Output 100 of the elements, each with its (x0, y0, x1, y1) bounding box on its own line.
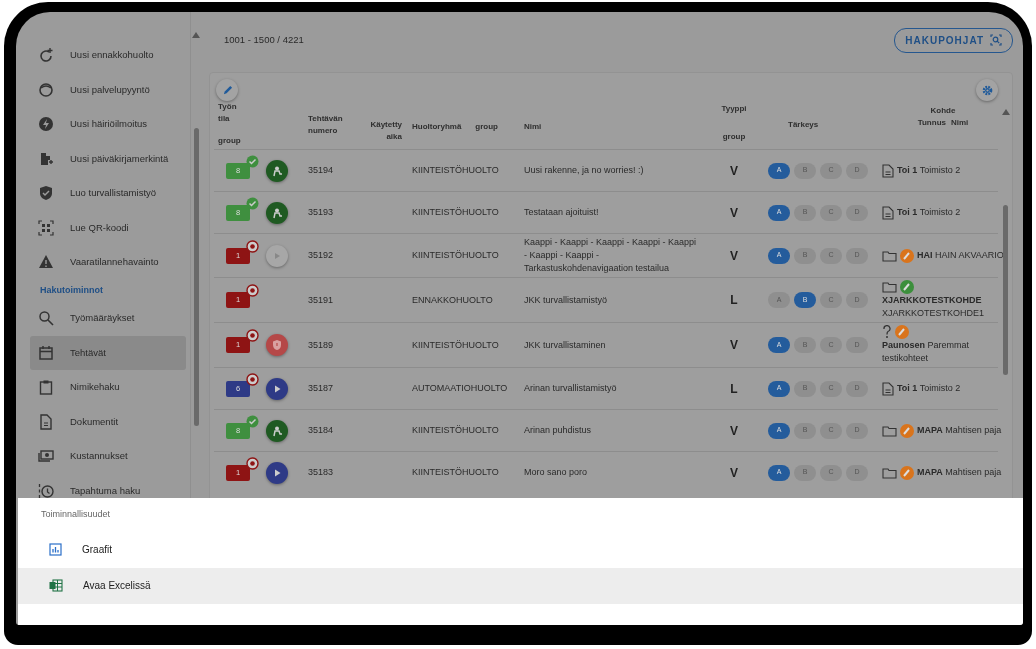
sidebar-item[interactable]: Uusi päiväkirjamerkintä (30, 141, 186, 176)
person-button[interactable] (266, 159, 288, 182)
type-letter: V (730, 338, 738, 352)
sidebar-item[interactable]: Tehtävät (30, 335, 186, 370)
target-icon (246, 329, 259, 342)
column-header: group (722, 131, 746, 143)
task-name: Moro sano poro (524, 467, 588, 477)
group-name: KIINTEISTÖHUOLTO (412, 165, 499, 175)
group-name: KIINTEISTÖHUOLTO (412, 250, 499, 260)
column-header: Tärkeys (788, 119, 820, 131)
warning-icon (38, 254, 54, 271)
column-header: Nimi (524, 121, 543, 133)
scroll-up-icon[interactable] (192, 32, 200, 38)
task-name: JKK turvallistaminen (524, 339, 606, 350)
group-name: KIINTEISTÖHUOLTO (412, 425, 499, 435)
column-header: aika (386, 131, 402, 143)
pencil-icon (221, 84, 233, 96)
person-button[interactable] (266, 201, 288, 224)
target-icon (246, 239, 259, 253)
templates-button[interactable]: HAKUPOHJAT (894, 27, 1013, 53)
column-header: Huoltoryhmä (412, 121, 462, 133)
check-icon (246, 154, 259, 168)
column-header: Nimi (950, 117, 969, 129)
column-header: group (475, 121, 498, 133)
folder-icon (882, 249, 897, 262)
target-name: Toi 1 Toimisto 2 (897, 164, 961, 177)
person-icon (271, 206, 283, 219)
scrollbar-thumb[interactable] (1003, 205, 1008, 375)
task-number: 35183 (308, 467, 334, 477)
play-button[interactable] (266, 461, 288, 484)
task-number: 35184 (308, 425, 334, 435)
play-button[interactable] (266, 377, 288, 400)
target-icon (246, 456, 259, 470)
group-name: AUTOMAATIOHUOLTO (412, 383, 508, 393)
person-icon (271, 424, 283, 437)
target-name: XJARKKOTESTKOHDE XJARKKOTESTKOHDE1 (882, 294, 986, 320)
task-name: Arinan puhdistus (524, 425, 592, 435)
group-name: ENNAKKOHUOLTO (412, 294, 493, 305)
task-name: Kaappi - Kaappi - Kaappi - Kaappi - Kaappi - Kaappi - Kaappi - Tarkastuskohdenavigaation testailua (524, 237, 697, 273)
sidebar-item[interactable]: Työmääräykset (30, 301, 186, 336)
sidebar-item[interactable]: Kustannukset (30, 439, 186, 474)
target-name: Toi 1 Toimisto 2 (897, 382, 961, 395)
column-header: Työn tila (218, 101, 238, 125)
folder-icon (882, 424, 897, 437)
shield-icon (271, 339, 283, 351)
clipboard-icon (38, 379, 54, 396)
sidebar-item[interactable]: Uusi ennakkohuolto (30, 38, 186, 73)
target-icon (246, 372, 259, 386)
sidebar-item[interactable]: Luo turvallistamistyö (30, 176, 186, 211)
folder-icon (882, 466, 897, 479)
bolt-icon (38, 116, 54, 133)
sidebar-item[interactable]: Vaaratilannehavainto (30, 245, 186, 280)
task-name: Uusi rakenne, ja no worries! :) (524, 165, 644, 175)
target-name: HAI HAIN AKVAARIO (917, 249, 1004, 262)
result-range: 1001 - 1500 / 4221 (224, 32, 304, 47)
calendar-icon (38, 344, 54, 361)
target-name: MAPA Mahtisen paja (917, 466, 1002, 479)
group-name: KIINTEISTÖHUOLTO (412, 467, 499, 477)
shield-button[interactable] (266, 334, 288, 356)
task-number: 35192 (308, 250, 334, 260)
settings-button[interactable] (976, 79, 998, 101)
column-header: Tyyppi (721, 103, 747, 115)
person-button[interactable] (266, 419, 288, 442)
group-name: KIINTEISTÖHUOLTO (412, 339, 499, 350)
sidebar-item[interactable]: Nimikehaku (30, 370, 186, 405)
section-heading: Hakutoiminnot (39, 283, 104, 297)
menu-item[interactable]: Avaa Excelissä (18, 567, 1023, 604)
scrollbar-thumb[interactable] (194, 128, 199, 426)
task-number: 35189 (308, 339, 334, 350)
document-icon (38, 413, 54, 430)
column-header: group (218, 135, 242, 147)
sidebar-item[interactable]: Lue QR-koodi (30, 210, 186, 245)
type-letter: V (730, 465, 738, 480)
task-number: 35194 (308, 165, 334, 175)
sidebar-item[interactable]: Uusi häiriöilmoitus (30, 107, 186, 142)
scroll-up-icon[interactable] (1002, 109, 1010, 115)
face-icon (38, 81, 54, 98)
sidebar-item[interactable]: Dokumentit (30, 404, 186, 439)
type-letter: L (730, 293, 738, 307)
document-icon (882, 205, 894, 220)
task-number: 35191 (308, 294, 334, 305)
search-icon (38, 310, 54, 327)
task-name: Testataan ajoituist! (524, 207, 599, 217)
settings-icon (981, 84, 993, 96)
scan-search-icon (990, 34, 1002, 46)
folder-icon (882, 281, 897, 293)
column-header: Tehtävän (308, 113, 344, 125)
edit-button[interactable] (216, 79, 238, 101)
chart-icon (49, 543, 62, 556)
column-header: Käytetty (370, 119, 402, 131)
column-header: Tunnus (917, 117, 946, 129)
clock-icon (38, 482, 54, 499)
task-name: JKK turvallistamistyö (524, 294, 608, 305)
sheet-title: Toiminnallisuudet (41, 509, 111, 519)
group-name: KIINTEISTÖHUOLTO (412, 207, 499, 217)
target-name: Toi 1 Toimisto 2 (897, 206, 961, 219)
menu-item[interactable]: Graafit (18, 531, 1023, 568)
spreadsheet-icon (49, 579, 63, 592)
target-icon (246, 284, 259, 297)
sidebar-item[interactable]: Uusi palvelupyyntö (30, 72, 186, 107)
